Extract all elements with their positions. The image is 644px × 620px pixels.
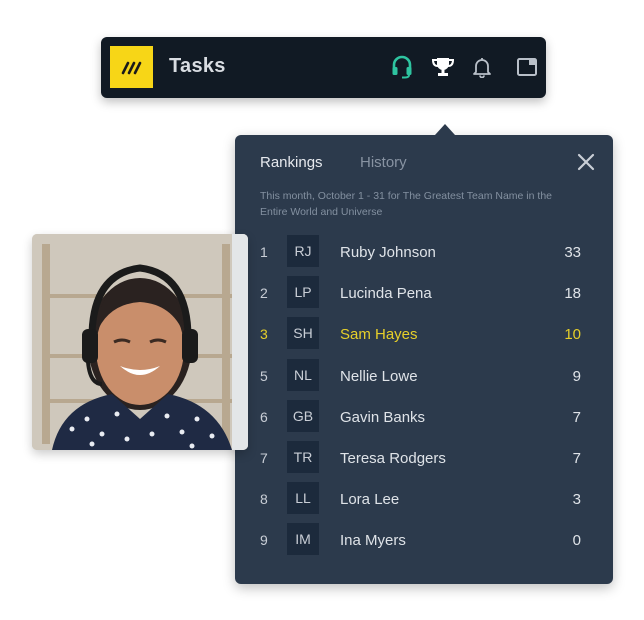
rank-number: 1 bbox=[260, 244, 268, 260]
rankings-list: 1 RJ Ruby Johnson 33 2 LP Lucinda Pena 1… bbox=[235, 235, 613, 565]
member-score: 9 bbox=[572, 367, 581, 385]
member-name: Lora Lee bbox=[340, 491, 400, 509]
notifications-button[interactable] bbox=[470, 55, 494, 79]
avatar-initials: TR bbox=[287, 440, 319, 473]
slash-logo-icon bbox=[121, 61, 141, 75]
headset-button[interactable] bbox=[390, 55, 414, 79]
rank-number: 9 bbox=[260, 532, 268, 549]
ranking-row[interactable]: 2 LP Lucinda Pena 18 bbox=[235, 276, 613, 317]
rankings-popover: Rankings History This month, October 1 -… bbox=[235, 124, 613, 584]
avatar-initials: LL bbox=[287, 482, 319, 515]
trophy-icon bbox=[431, 58, 455, 76]
rank-number: 7 bbox=[260, 449, 268, 466]
window-button[interactable] bbox=[515, 55, 539, 79]
member-name: Teresa Rodgers bbox=[340, 449, 446, 467]
ranking-row[interactable]: 6 GB Gavin Banks 7 bbox=[235, 399, 613, 441]
member-score: 10 bbox=[564, 326, 581, 344]
member-name: Ruby Johnson bbox=[340, 244, 436, 261]
rankings-period-description: This month, October 1 - 31 for The Great… bbox=[260, 190, 552, 218]
ranking-row[interactable]: 1 RJ Ruby Johnson 33 bbox=[235, 235, 613, 276]
ranking-row[interactable]: 5 NL Nellie Lowe 9 bbox=[235, 358, 613, 400]
member-name: Sam Hayes bbox=[340, 326, 418, 344]
ranking-row[interactable]: 7 TR Teresa Rodgers 7 bbox=[235, 440, 613, 482]
app-logo[interactable] bbox=[110, 46, 153, 88]
rank-number: 5 bbox=[260, 367, 268, 384]
trophy-button[interactable] bbox=[431, 55, 455, 79]
avatar-initials: GB bbox=[287, 399, 319, 432]
ranking-row[interactable]: 3 SH Sam Hayes 10 bbox=[235, 317, 613, 358]
avatar-initials: NL bbox=[287, 358, 319, 391]
rank-number: 3 bbox=[260, 326, 268, 343]
headset-icon bbox=[392, 55, 412, 79]
window-icon bbox=[517, 58, 537, 76]
tab-history[interactable]: History bbox=[360, 154, 407, 171]
bell-icon bbox=[473, 58, 491, 78]
member-name: Nellie Lowe bbox=[340, 367, 418, 385]
popover-pointer bbox=[435, 124, 455, 135]
ranking-row[interactable]: 8 LL Lora Lee 3 bbox=[235, 482, 613, 523]
close-button[interactable] bbox=[575, 151, 597, 173]
ranking-row[interactable]: 9 IM Ina Myers 0 bbox=[235, 523, 613, 564]
member-score: 7 bbox=[572, 449, 581, 467]
member-score: 0 bbox=[572, 532, 581, 550]
member-score: 3 bbox=[572, 491, 581, 509]
avatar-initials: RJ bbox=[287, 235, 319, 267]
tab-rankings[interactable]: Rankings bbox=[260, 154, 323, 171]
avatar-initials: SH bbox=[287, 317, 319, 350]
avatar-initials: IM bbox=[287, 523, 319, 556]
member-name: Lucinda Pena bbox=[340, 285, 432, 303]
close-icon bbox=[577, 153, 595, 171]
member-score: 33 bbox=[564, 244, 581, 261]
rank-number: 6 bbox=[260, 408, 268, 425]
rank-number: 2 bbox=[260, 285, 268, 302]
person-with-headset-image bbox=[32, 234, 248, 450]
avatar-initials: LP bbox=[287, 276, 319, 309]
app-title: Tasks bbox=[169, 55, 226, 77]
agent-photo bbox=[32, 234, 248, 450]
member-score: 18 bbox=[564, 285, 581, 303]
app-header: Tasks bbox=[101, 37, 546, 98]
member-score: 7 bbox=[572, 408, 581, 426]
member-name: Gavin Banks bbox=[340, 408, 426, 426]
rank-number: 8 bbox=[260, 491, 268, 508]
member-name: Ina Myers bbox=[340, 532, 406, 550]
